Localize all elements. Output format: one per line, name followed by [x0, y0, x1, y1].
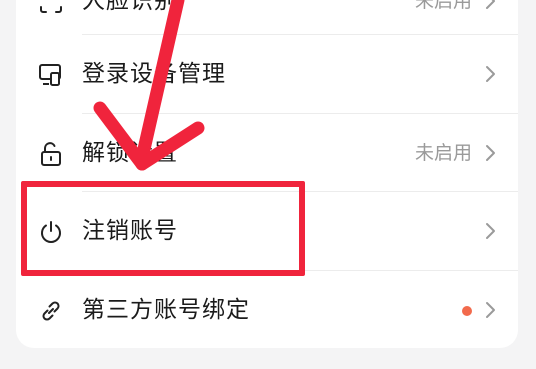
settings-item-label: 第三方账号绑定: [82, 297, 250, 323]
settings-item-login-devices[interactable]: 登录设备管理: [16, 35, 518, 113]
unlock-icon: [38, 141, 64, 167]
status-text: 未启用: [414, 142, 472, 164]
chevron-right-icon: [483, 144, 497, 162]
settings-item-third-party-binding[interactable]: 第三方账号绑定: [16, 271, 518, 349]
notification-dot: [462, 306, 472, 316]
chevron-right-icon: [483, 65, 497, 83]
chevron-right-icon: [483, 0, 497, 10]
devices-icon: [38, 62, 64, 88]
highlight-box: [21, 181, 305, 276]
chevron-right-icon: [483, 301, 497, 319]
link-icon: [38, 298, 64, 324]
face-id-icon: [38, 0, 64, 15]
settings-item-label: 登录设备管理: [82, 61, 226, 87]
chevron-right-icon: [483, 222, 497, 240]
